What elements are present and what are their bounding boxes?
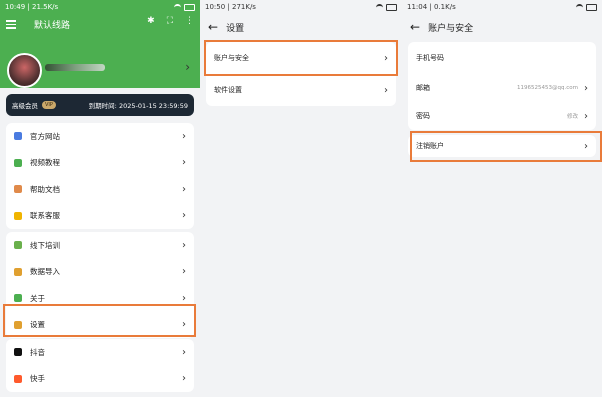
account-security-screen: 11:04 | 0.1K/s ← 账户与安全 手机号码 邮箱 119652545… [402,0,602,397]
menu-group-help: 官方网站 › 视频教程 › 帮助文档 › 联系客服 › [6,123,194,229]
email-row[interactable]: 邮箱 1196525453@qq.com › [408,74,596,102]
menu-item-label: 关于 [30,293,45,303]
page-title: 设置 [226,23,245,34]
highlight-delete-account [410,131,602,162]
support-icon [14,211,22,220]
menu-item-label: 视频教程 [30,158,60,168]
back-arrow-icon[interactable]: ← [410,20,420,34]
import-icon [14,267,22,276]
menu-item-label: 数据导入 [30,267,60,277]
highlight-account-security [204,40,398,76]
menu-item[interactable]: 线下培训 › [6,232,194,259]
info-icon [14,294,22,303]
password-action: 修改 [566,114,578,120]
menu-icon[interactable] [6,18,16,31]
chevron-right-icon: › [182,266,186,278]
account-list: 手机号码 邮箱 1196525453@qq.com › 密码 修改 › [408,42,596,130]
phone-row[interactable]: 手机号码 [408,42,596,74]
menu-item-label: 联系客服 [30,211,60,221]
globe-icon [14,132,22,141]
status-bar: 10:50 | 271K/s [200,0,402,14]
page-title: 账户与安全 [428,23,474,34]
menu-item[interactable]: 快手 › [6,366,194,393]
chevron-right-icon: › [182,210,186,222]
training-icon [14,241,22,250]
settings-item-software[interactable]: 软件设置 › [206,74,396,106]
chevron-right-icon: › [384,84,388,96]
chevron-right-icon: › [182,292,186,304]
chevron-right-icon: › [584,110,588,122]
settings-screen: 10:50 | 271K/s ← 设置 账户与安全 › 软件设置 › [200,0,402,397]
status-time: 11:04 [407,3,428,11]
menu-item[interactable]: 官方网站 › [6,123,194,150]
status-time: 10:50 [205,3,226,11]
status-time: 10:49 [5,3,26,11]
status-bar: 11:04 | 0.1K/s [402,0,602,14]
status-speed: 21.5K/s [32,3,59,11]
menu-item-label: 线下培训 [30,240,60,250]
username-blurred [45,64,105,71]
wifi-icon [376,3,383,11]
menu-item-label: 帮助文档 [30,184,60,194]
vip-bar[interactable]: 高级会员 VIP 到期时间: 2025-01-15 23:59:59 [6,94,194,116]
menu-item[interactable]: 数据导入 › [6,259,194,286]
bluetooth-icon[interactable]: ✱ [147,16,155,26]
video-icon [14,158,22,167]
menu-item[interactable]: 联系客服 › [6,203,194,230]
menu-item[interactable]: 抖音 › [6,339,194,366]
highlight-settings [3,304,196,337]
avatar[interactable] [7,53,42,88]
nav-header: ← 账户与安全 [402,14,602,40]
kuaishou-icon [14,374,22,383]
profile-chevron-icon[interactable]: › [185,60,190,74]
menu-item[interactable]: 帮助文档 › [6,176,194,203]
scan-icon[interactable]: ⛶ [167,16,173,26]
chevron-right-icon: › [182,157,186,169]
menu-item-label: 官方网站 [30,131,60,141]
vip-badge: VIP [42,101,56,109]
home-screen: 10:49 | 21.5K/s 默认线路 ✱ ⛶ ⋮ › 高级会员 VIP 到期… [0,0,200,397]
status-bar: 10:49 | 21.5K/s [0,0,200,14]
profile-header: 10:49 | 21.5K/s 默认线路 ✱ ⛶ ⋮ › [0,0,200,88]
nav-header: ← 设置 [200,14,402,40]
menu-item-label: 抖音 [30,347,45,357]
route-title[interactable]: 默认线路 [34,18,70,31]
chevron-right-icon: › [584,82,588,94]
chevron-right-icon: › [182,183,186,195]
status-speed: 0.1K/s [434,3,456,11]
wifi-icon [174,3,181,11]
chevron-right-icon: › [182,239,186,251]
document-icon [14,185,22,194]
email-value: 1196525453@qq.com [517,85,578,91]
chevron-right-icon: › [182,373,186,385]
battery-icon [386,3,397,11]
password-row[interactable]: 密码 修改 › [408,102,596,130]
douyin-icon [14,348,22,357]
chevron-right-icon: › [182,346,186,358]
back-arrow-icon[interactable]: ← [208,20,218,34]
vip-label: 高级会员 [12,102,38,110]
chevron-right-icon: › [182,130,186,142]
battery-icon [184,3,195,11]
menu-item-label: 快手 [30,374,45,384]
menu-item[interactable]: 视频教程 › [6,150,194,177]
menu-group-social: 抖音 › 快手 › [6,339,194,392]
battery-icon [586,3,597,11]
vip-expire: 到期时间: 2025-01-15 23:59:59 [88,102,188,110]
status-speed: 271K/s [232,3,256,11]
more-icon[interactable]: ⋮ [185,16,194,26]
wifi-icon [576,3,583,11]
